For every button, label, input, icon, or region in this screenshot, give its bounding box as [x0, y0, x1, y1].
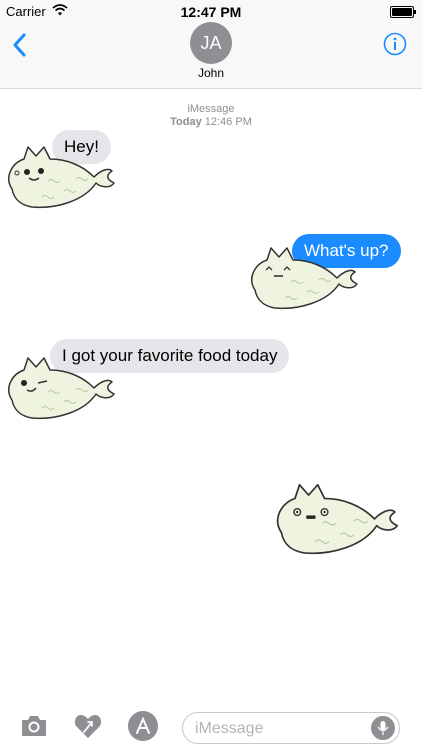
avatar[interactable]: JA	[190, 22, 232, 64]
status-time: 12:47 PM	[180, 4, 242, 20]
time-label: 12:46 PM	[204, 116, 252, 128]
message-input-placeholder: iMessage	[195, 720, 264, 737]
thread-timestamp: iMessage Today 12:46 PM	[0, 103, 422, 129]
nav-bar: JA John	[0, 22, 422, 89]
microphone-icon[interactable]	[371, 716, 395, 740]
message-input[interactable]: iMessage	[182, 712, 400, 744]
app-store-icon[interactable]	[127, 710, 159, 742]
camera-icon[interactable]	[18, 710, 50, 742]
heart-touch-icon[interactable]	[72, 710, 104, 742]
happy-cat-fish-sticker[interactable]	[2, 145, 120, 211]
date-time-label: Today 12:46 PM	[0, 116, 422, 129]
battery-icon	[390, 6, 416, 18]
winking-cat-fish-sticker[interactable]	[2, 356, 120, 422]
contact-name[interactable]: John	[0, 66, 422, 80]
blank-stare-cat-fish-sticker[interactable]	[270, 482, 404, 558]
chevron-left-icon[interactable]	[10, 32, 30, 58]
avatar-initials: JA	[200, 32, 222, 53]
status-bar: Carrier 12:47 PM	[0, 0, 422, 22]
day-label: Today	[170, 116, 202, 128]
info-icon[interactable]	[383, 32, 407, 56]
content-cat-fish-sticker[interactable]	[245, 246, 363, 312]
service-label: iMessage	[187, 103, 235, 115]
composer-bar: iMessage	[0, 700, 422, 750]
